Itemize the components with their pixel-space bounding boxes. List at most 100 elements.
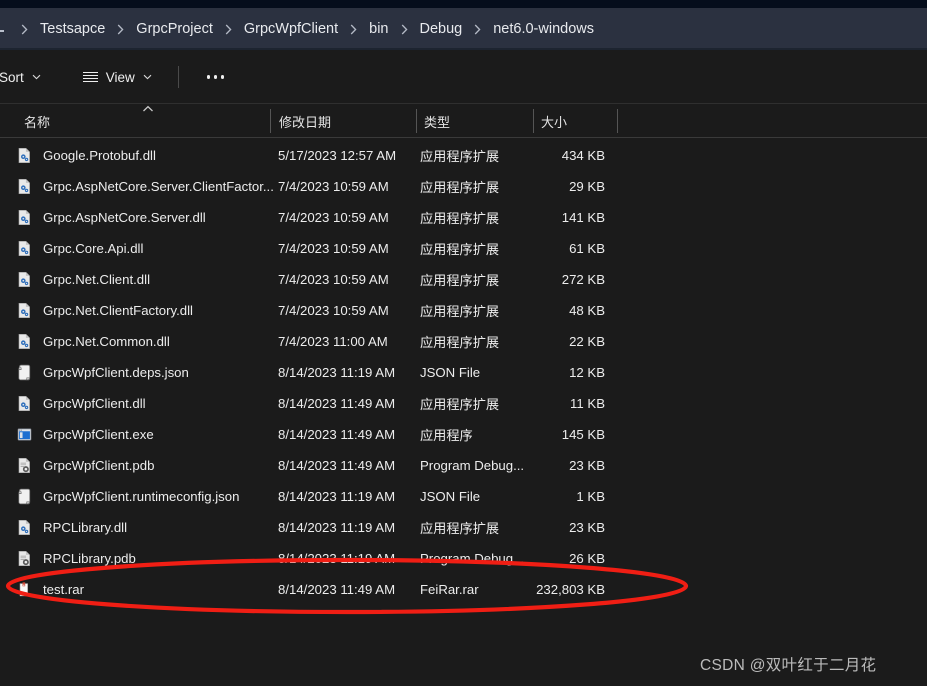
file-name-cell[interactable]: Grpc.Net.Client.dll bbox=[16, 271, 150, 288]
file-size-cell: 61 KB bbox=[569, 241, 605, 256]
file-size-cell: 434 KB bbox=[561, 148, 605, 163]
file-date-cell: 7/4/2023 10:59 AM bbox=[278, 303, 389, 318]
window-top-strip bbox=[0, 0, 927, 8]
file-name-label: RPCLibrary.dll bbox=[43, 520, 128, 535]
file-name-cell[interactable]: test.rar bbox=[16, 581, 84, 598]
breadcrumb-chevron-icon bbox=[401, 24, 408, 35]
table-row[interactable]: Grpc.Net.Client.dll 7/4/2023 10:59 AM 应用程序… bbox=[0, 264, 927, 295]
sort-button[interactable]: Sort bbox=[0, 62, 51, 92]
dll-icon bbox=[18, 333, 30, 350]
file-name-cell[interactable]: RPCLibrary.pdb bbox=[16, 550, 136, 567]
file-date-cell: 8/14/2023 11:49 AM bbox=[278, 582, 396, 597]
column-header-size[interactable]: 大小 bbox=[541, 104, 567, 138]
file-size-cell: 29 KB bbox=[569, 179, 605, 194]
table-row[interactable]: GrpcWpfClient.dll 8/14/2023 11:49 AM 应用程序扩… bbox=[0, 388, 927, 419]
file-size-cell: 272 KB bbox=[561, 272, 605, 287]
file-name-cell[interactable]: GrpcWpfClient.runtimeconfig.json bbox=[16, 488, 239, 505]
column-header-name[interactable]: 名称 bbox=[24, 104, 50, 138]
table-row[interactable]: GrpcWpfClient.runtimeconfig.json 8/14/202… bbox=[0, 481, 927, 512]
column-divider[interactable] bbox=[270, 109, 271, 133]
table-row[interactable]: Google.Protobuf.dll 5/17/2023 12:57 AM 应用程… bbox=[0, 140, 927, 171]
file-size-cell: 145 KB bbox=[561, 427, 605, 442]
table-row[interactable]: RPCLibrary.dll 8/14/2023 11:19 AM 应用程序扩展 23… bbox=[0, 512, 927, 543]
dll-icon bbox=[18, 147, 30, 164]
file-list-view: 名称 修改日期 类型 大小 Google.Protobuf.dll 5/17/20… bbox=[0, 104, 927, 686]
watermark-text: CSDN @双叶红于二月花 bbox=[700, 657, 877, 674]
file-size-cell: 232,803 KB bbox=[536, 582, 605, 597]
chevron-down-icon bbox=[31, 74, 41, 80]
file-date-cell: 7/4/2023 10:59 AM bbox=[278, 210, 389, 225]
dll-icon bbox=[18, 209, 30, 226]
column-header-type[interactable]: 类型 bbox=[424, 104, 450, 138]
dll-icon bbox=[18, 240, 30, 257]
file-name-label: Grpc.Core.Api.dll bbox=[43, 241, 144, 256]
exe-icon bbox=[17, 428, 32, 441]
file-name-cell[interactable]: Grpc.Net.ClientFactory.dll bbox=[16, 302, 193, 319]
file-name-cell[interactable]: Grpc.AspNetCore.Server.ClientFactor... bbox=[16, 178, 274, 195]
column-header-date[interactable]: 修改日期 bbox=[279, 104, 331, 138]
file-name-cell[interactable]: GrpcWpfClient.deps.json bbox=[16, 364, 189, 381]
chevron-down-icon bbox=[142, 74, 152, 80]
breadcrumb-truncated-item[interactable] bbox=[0, 29, 4, 32]
file-name-cell[interactable]: Grpc.AspNetCore.Server.dll bbox=[16, 209, 206, 226]
breadcrumb-chevron-icon bbox=[350, 24, 357, 35]
file-name-label: Google.Protobuf.dll bbox=[43, 148, 156, 163]
sort-ascending-icon bbox=[143, 105, 153, 112]
table-row[interactable]: GrpcWpfClient.pdb 8/14/2023 11:49 AM Progr… bbox=[0, 450, 927, 481]
file-date-cell: 8/14/2023 11:49 AM bbox=[278, 427, 396, 442]
breadcrumb-item[interactable]: Testsapce bbox=[37, 19, 108, 39]
dll-icon bbox=[18, 178, 30, 195]
breadcrumb-chevron-icon bbox=[474, 24, 481, 35]
file-name-cell[interactable]: RPCLibrary.dll bbox=[16, 519, 127, 536]
file-name-cell[interactable]: GrpcWpfClient.pdb bbox=[16, 457, 154, 474]
table-row[interactable]: GrpcWpfClient.deps.json 8/14/2023 11:19 A… bbox=[0, 357, 927, 388]
file-date-cell: 7/4/2023 10:59 AM bbox=[278, 179, 389, 194]
column-divider[interactable] bbox=[416, 109, 417, 133]
table-row[interactable]: Grpc.Net.ClientFactory.dll 7/4/2023 10:59… bbox=[0, 295, 927, 326]
file-date-cell: 8/14/2023 11:49 AM bbox=[278, 396, 396, 411]
breadcrumb-item[interactable]: GrpcProject bbox=[133, 19, 216, 39]
file-name-label: Grpc.Net.ClientFactory.dll bbox=[43, 303, 193, 318]
file-name-label: GrpcWpfClient.deps.json bbox=[43, 365, 189, 380]
file-name-cell[interactable]: Grpc.Core.Api.dll bbox=[16, 240, 143, 257]
file-size-cell: 23 KB bbox=[569, 520, 605, 535]
file-name-cell[interactable]: GrpcWpfClient.exe bbox=[16, 426, 154, 443]
see-more-button[interactable] bbox=[195, 67, 237, 87]
pdb-icon bbox=[18, 457, 30, 474]
file-name-label: Grpc.AspNetCore.Server.ClientFactor... bbox=[43, 179, 274, 194]
dll-icon bbox=[18, 395, 30, 412]
breadcrumb-item[interactable]: net6.0-windows bbox=[490, 19, 597, 39]
column-divider[interactable] bbox=[533, 109, 534, 133]
table-row[interactable]: test.rar 8/14/2023 11:49 AM FeiRar.rar 232,… bbox=[0, 574, 927, 605]
file-name-cell[interactable]: GrpcWpfClient.dll bbox=[16, 395, 146, 412]
view-button[interactable]: View bbox=[73, 62, 162, 92]
table-row[interactable]: RPCLibrary.pdb 8/14/2023 11:19 AM Program … bbox=[0, 543, 927, 574]
breadcrumb-item[interactable]: bin bbox=[366, 19, 391, 39]
pdb-icon bbox=[18, 550, 30, 567]
file-name-cell[interactable]: Grpc.Net.Common.dll bbox=[16, 333, 170, 350]
table-row[interactable]: Grpc.Core.Api.dll 7/4/2023 10:59 AM 应用程序扩展… bbox=[0, 233, 927, 264]
dll-icon bbox=[18, 302, 30, 319]
file-date-cell: 8/14/2023 11:19 AM bbox=[278, 520, 396, 535]
file-name-label: GrpcWpfClient.exe bbox=[43, 427, 154, 442]
list-lines-icon bbox=[82, 71, 98, 83]
file-size-cell: 26 KB bbox=[569, 551, 605, 566]
breadcrumb-chevron-icon bbox=[117, 24, 124, 35]
table-row[interactable]: Grpc.AspNetCore.Server.ClientFactor... 7/… bbox=[0, 171, 927, 202]
table-row[interactable]: Grpc.Net.Common.dll 7/4/2023 11:00 AM 应用程序… bbox=[0, 326, 927, 357]
file-name-cell[interactable]: Google.Protobuf.dll bbox=[16, 147, 156, 164]
file-size-cell: 12 KB bbox=[569, 365, 605, 380]
file-date-cell: 7/4/2023 10:59 AM bbox=[278, 241, 389, 256]
json-icon bbox=[18, 488, 31, 505]
table-row[interactable]: Grpc.AspNetCore.Server.dll 7/4/2023 10:59… bbox=[0, 202, 927, 233]
file-date-cell: 5/17/2023 12:57 AM bbox=[278, 148, 397, 163]
table-row[interactable]: GrpcWpfClient.exe 8/14/2023 11:49 AM 应用程序 1… bbox=[0, 419, 927, 450]
address-bar: Testsapce GrpcProject GrpcWpfClient bin Debu… bbox=[0, 8, 927, 50]
file-size-cell: 22 KB bbox=[569, 334, 605, 349]
breadcrumb-item[interactable]: GrpcWpfClient bbox=[241, 19, 341, 39]
breadcrumb: Testsapce GrpcProject GrpcWpfClient bin Debu… bbox=[0, 19, 597, 39]
file-size-cell: 48 KB bbox=[569, 303, 605, 318]
file-name-label: GrpcWpfClient.dll bbox=[43, 396, 146, 411]
column-divider[interactable] bbox=[617, 109, 618, 133]
breadcrumb-item[interactable]: Debug bbox=[417, 19, 466, 39]
